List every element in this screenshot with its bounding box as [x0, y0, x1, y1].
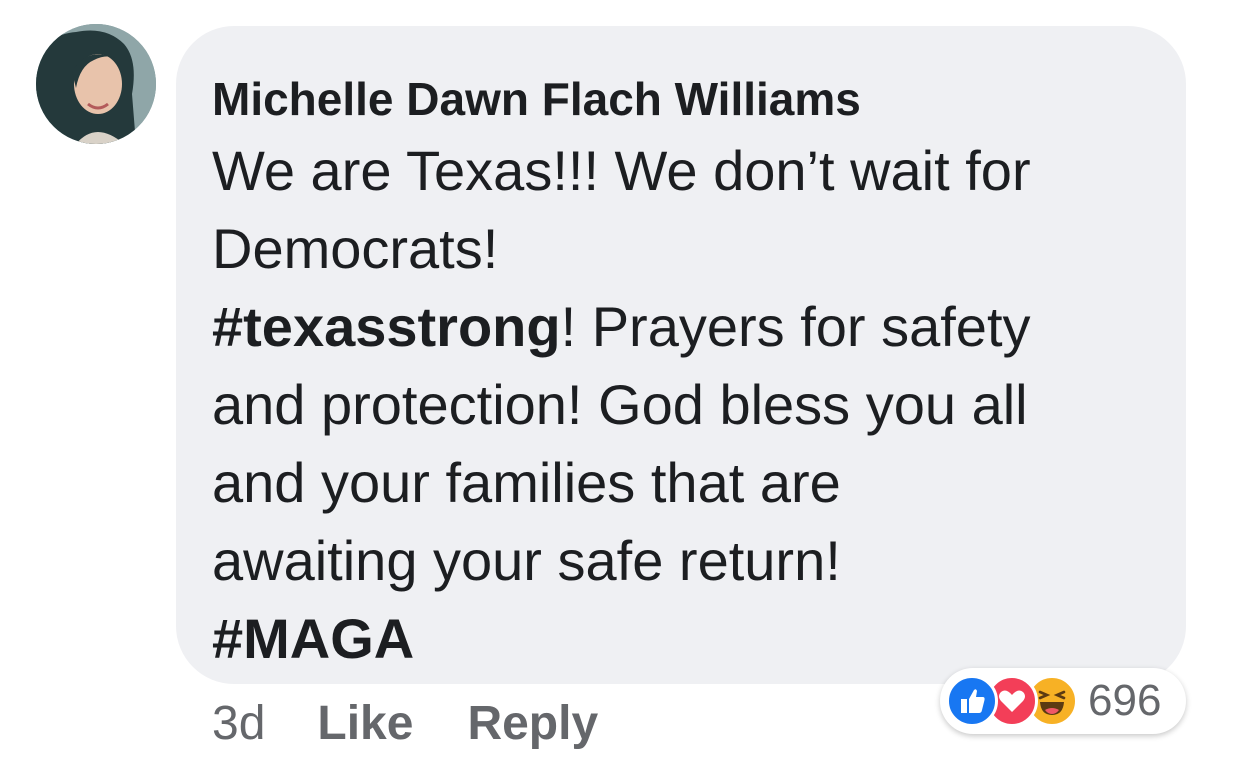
comment-actions: 3d Like Reply [212, 688, 652, 758]
reaction-count: 696 [1088, 676, 1162, 725]
comment: Michelle Dawn Flach Williams We are Texa… [0, 0, 1242, 762]
avatar-photo [36, 24, 156, 144]
comment-author[interactable]: Michelle Dawn Flach Williams [212, 72, 1146, 126]
comment-line: We are Texas!!! We don’t wait for [212, 132, 1146, 210]
comment-line: #texasstrong! Prayers for safety [212, 288, 1146, 366]
reactions-summary[interactable]: 696 [940, 668, 1186, 734]
hashtag-link[interactable]: #MAGA [212, 607, 414, 670]
comment-timestamp[interactable]: 3d [212, 696, 265, 751]
reply-button[interactable]: Reply [467, 696, 598, 751]
comment-text: Democrats! [212, 217, 499, 280]
like-icon [946, 675, 998, 727]
hashtag-link[interactable]: #texasstrong [212, 295, 561, 358]
comment-bubble: Michelle Dawn Flach Williams We are Texa… [176, 26, 1186, 684]
comment-text: ! Prayers for safety [560, 295, 1031, 358]
avatar[interactable] [36, 24, 156, 144]
comment-line: #MAGA [212, 600, 1146, 678]
comment-line: awaiting your safe return! [212, 522, 1146, 600]
comment-text: and your families that are [212, 451, 841, 514]
comment-text: We are Texas!!! We don’t wait for [212, 139, 1031, 202]
comment-line: and protection! God bless you all [212, 366, 1146, 444]
comment-line: and your families that are [212, 444, 1146, 522]
comment-text: awaiting your safe return! [212, 529, 841, 592]
comment-text: and protection! God bless you all [212, 373, 1028, 436]
comment-line: Democrats! [212, 210, 1146, 288]
comment-body: We are Texas!!! We don’t wait for Democr… [212, 132, 1146, 678]
like-button[interactable]: Like [317, 696, 413, 751]
